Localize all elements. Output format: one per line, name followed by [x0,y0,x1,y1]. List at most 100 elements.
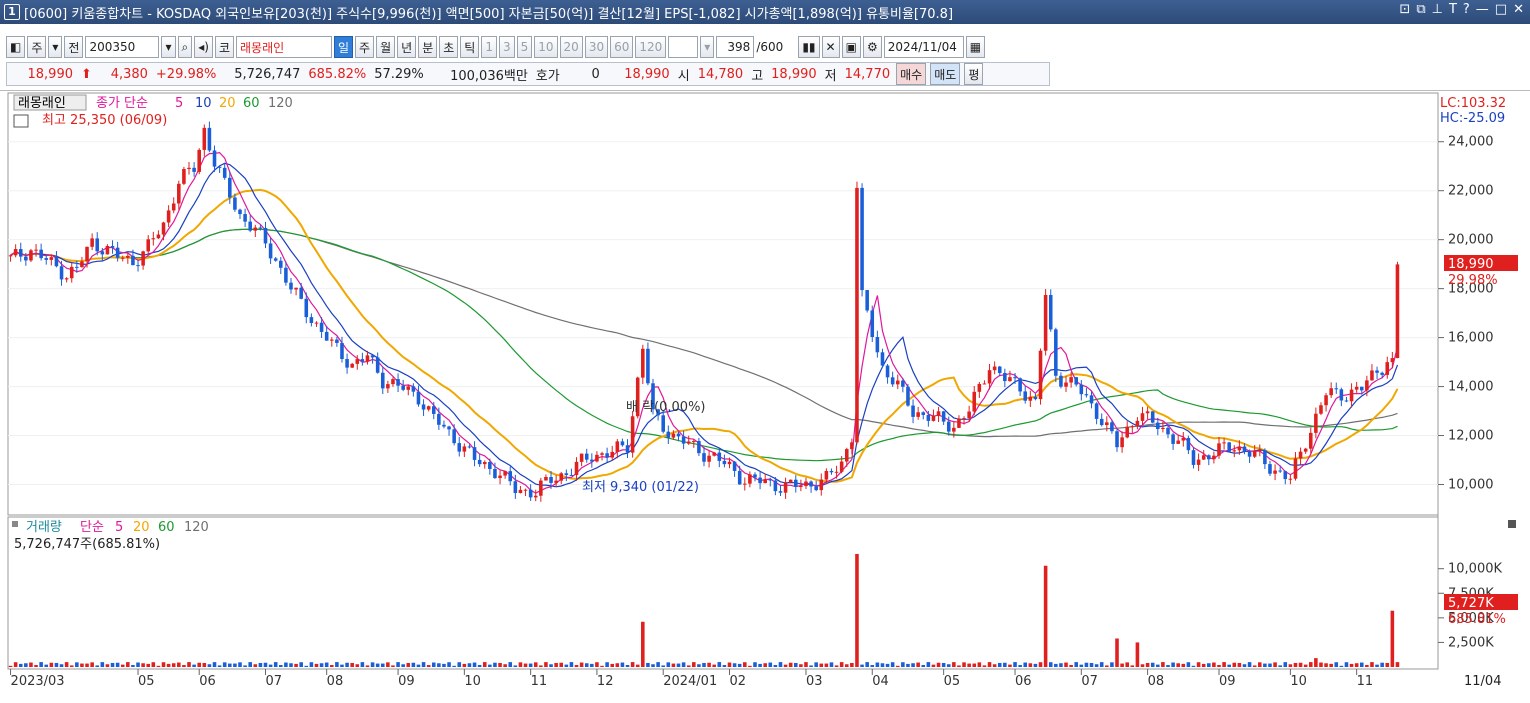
candle-body [692,441,696,443]
panel-close-icon[interactable] [1508,520,1516,528]
candle-body [860,187,864,291]
ex-dividend-annotation: 배 락(0.00%) [626,400,706,415]
calendar-icon[interactable]: ▦ [965,36,986,58]
type-select[interactable]: 주 [27,36,47,58]
code-dropdown-icon[interactable]: ▾ [161,36,176,58]
chart-settings-icon[interactable]: ◧ [6,36,26,58]
period-minute[interactable]: 분 [418,36,438,58]
candle-body [855,187,859,443]
interval-20[interactable]: 20 [559,36,583,58]
save-icon[interactable]: ▣ [841,36,861,58]
interval-input[interactable] [668,36,699,58]
stock-name-field[interactable]: 래몽래인 [236,36,332,58]
volume-bar [375,663,380,667]
stock-code-input[interactable]: 200350 [85,36,160,58]
candle-body [926,414,931,421]
date-input[interactable]: 2024/11/04 [883,36,964,58]
prev-button[interactable]: 전 [64,36,84,58]
volume-bar [692,662,696,667]
period-month[interactable]: 월 [376,36,396,58]
interval-60[interactable]: 60 [610,36,634,58]
maximize-icon[interactable]: □ [1495,2,1507,17]
interval-5[interactable]: 5 [516,36,533,58]
y-tick-label-2: 14,000 [1448,380,1494,395]
candle-body [1314,413,1318,433]
duplicate-icon[interactable]: ⧉ [1416,2,1425,17]
type-dropdown-icon[interactable]: ▾ [48,36,63,58]
volume-bar [523,663,528,667]
interval-1[interactable]: 1 [481,36,497,58]
volume-bar [13,662,18,667]
volume-bar [1181,663,1186,667]
sound-icon[interactable]: ◂) [194,36,213,58]
candle-body [850,442,854,450]
candle-body [355,359,360,364]
search-icon[interactable]: ⌕ [177,36,193,58]
minimize-icon[interactable]: — [1476,2,1489,17]
eval-button[interactable]: 평 [964,63,984,85]
candle-body [941,411,946,422]
volume-bar [477,665,482,667]
candle-body [95,238,100,252]
volume-bar [860,664,864,667]
volume-bar [768,662,773,667]
period-second[interactable]: 초 [439,36,459,58]
volume-legend-ma20: 20 [133,520,150,535]
candle-body [1354,386,1359,390]
candle-body [610,451,615,458]
volume-bar [498,662,502,667]
candle-body [207,127,212,151]
interval-dropdown-icon[interactable]: ▾ [700,36,715,58]
count-input[interactable]: 398 [716,36,755,58]
layout-icon[interactable]: ⊡ [1399,2,1410,17]
volume-bar [309,662,314,667]
volume-bar [544,662,548,667]
volume-bar [1283,662,1288,667]
candle-body [253,227,258,231]
volume-bar [1048,662,1053,667]
volume-bar [324,662,329,667]
x-tick-label-9: 2024/01 [663,674,717,689]
period-week[interactable]: 주 [355,36,375,58]
help-icon[interactable]: ? [1463,2,1470,17]
interval-3[interactable]: 3 [498,36,515,58]
volume-bar [314,663,319,667]
candle-body [1293,458,1298,479]
volume-bar [595,662,599,667]
close-icon[interactable]: ✕ [1513,2,1524,17]
x-tick-label-13: 05 [944,674,961,689]
volume-bar [1033,663,1038,667]
volume-bar [676,663,681,667]
volume-tick-label-3: 10,000K [1448,562,1502,577]
volume-bar [329,665,334,667]
interval-10[interactable]: 10 [534,36,558,58]
sell-button[interactable]: 매도 [930,63,961,85]
candle-body [962,418,966,420]
font-icon[interactable]: T [1449,2,1457,17]
candle-body [268,243,273,259]
candle-body [1288,478,1293,480]
buy-button[interactable]: 매수 [896,63,927,85]
candle-body [788,479,793,483]
candle-body [1145,411,1150,414]
period-year[interactable]: 년 [397,36,417,58]
volume-bar [952,662,956,667]
period-day[interactable]: 일 [334,36,354,58]
candle-body [421,404,426,410]
volume-bar [610,663,615,667]
drawing-icon[interactable]: ✕ [821,36,840,58]
price-volume-chart[interactable]: 10,00012,00014,00016,00018,00020,00022,0… [0,91,1530,700]
volume-panel[interactable] [7,516,1439,670]
gear-icon[interactable]: ⚙ [862,36,882,58]
interval-120[interactable]: 120 [635,36,667,58]
candle-icon[interactable]: ▮▮ [798,36,820,58]
chart-area[interactable]: 10,000 12,000 14,000 16,000 18,000 20,000 22,0… [0,90,1530,699]
market-button[interactable]: 코 [214,36,234,58]
interval-30[interactable]: 30 [584,36,609,58]
volume-bar [299,662,303,667]
candle-body [768,479,773,481]
table-icon[interactable] [13,114,29,128]
candle-body [136,265,140,267]
period-tick[interactable]: 틱 [460,36,480,58]
pin-icon[interactable]: ⊥ [1432,2,1443,17]
